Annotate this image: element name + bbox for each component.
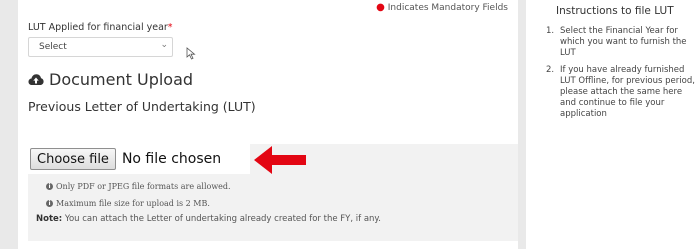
no-file-chosen-text: No file chosen bbox=[121, 151, 222, 167]
lut-form-panel: ● Indicates Mandatory Fields LUT Applied… bbox=[18, 0, 518, 249]
document-upload-title: Document Upload bbox=[49, 70, 194, 89]
document-upload-heading: Document Upload bbox=[28, 70, 193, 89]
financial-year-select[interactable]: Select ⌄ bbox=[28, 37, 173, 57]
info-size-text: Maximum file size for upload is 2 MB. bbox=[56, 199, 210, 208]
lut-year-label-text: LUT Applied for financial year bbox=[28, 22, 168, 33]
instruction-item: 2. If you have already furnished LUT Off… bbox=[546, 65, 696, 120]
upload-note: Note: You can attach the Letter of under… bbox=[36, 214, 381, 224]
note-label: Note: bbox=[36, 214, 63, 224]
instructions-title: Instructions to file LUT bbox=[556, 5, 674, 17]
chevron-down-icon: ⌄ bbox=[160, 40, 168, 50]
cloud-upload-icon bbox=[28, 73, 44, 85]
info-circle-icon: i bbox=[46, 200, 53, 207]
info-formats-text: Only PDF or JPEG file formats are allowe… bbox=[56, 182, 231, 191]
instruction-item: 1. Select the Financial Year for which y… bbox=[546, 26, 696, 59]
mouse-cursor-icon bbox=[186, 47, 196, 60]
required-star-icon: ● bbox=[376, 2, 385, 13]
instruction-number: 1. bbox=[546, 26, 555, 36]
instruction-text: Select the Financial Year for which you … bbox=[560, 26, 687, 58]
info-formats: i Only PDF or JPEG file formats are allo… bbox=[46, 182, 231, 191]
red-arrow-icon bbox=[254, 146, 306, 174]
lut-year-label: LUT Applied for financial year* bbox=[28, 22, 173, 33]
mandatory-fields-note: ● Indicates Mandatory Fields bbox=[376, 2, 508, 13]
required-star: * bbox=[167, 22, 173, 33]
choose-file-button[interactable]: Choose file bbox=[30, 148, 116, 170]
file-input[interactable]: Choose file No file chosen bbox=[28, 144, 250, 174]
mandatory-note-text: Indicates Mandatory Fields bbox=[387, 3, 508, 13]
info-size: i Maximum file size for upload is 2 MB. bbox=[46, 199, 210, 208]
instructions-list: 1. Select the Financial Year for which y… bbox=[546, 26, 696, 126]
info-circle-icon: i bbox=[46, 183, 53, 190]
select-value: Select bbox=[39, 42, 67, 52]
instruction-number: 2. bbox=[546, 65, 555, 75]
previous-lut-label: Previous Letter of Undertaking (LUT) bbox=[28, 99, 256, 114]
instructions-panel: Instructions to file LUT 1. Select the F… bbox=[526, 0, 700, 249]
note-text: You can attach the Letter of undertaking… bbox=[64, 214, 381, 224]
instruction-text: If you have already furnished LUT Offlin… bbox=[560, 65, 695, 119]
